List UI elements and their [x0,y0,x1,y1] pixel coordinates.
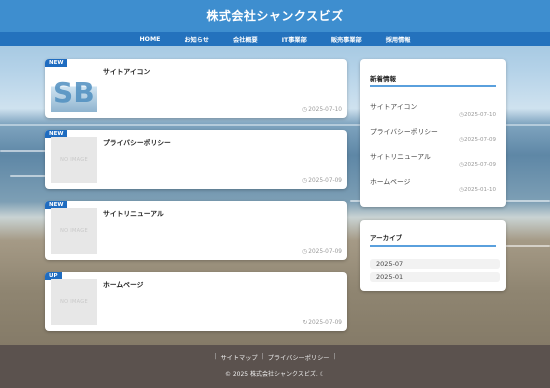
post-date: ◷ 2025-07-09 [302,249,342,255]
footer-links: | サイトマップ | プライバシーポリシー | [0,353,550,362]
footer-link-sitemap[interactable]: サイトマップ [217,353,262,362]
news-item[interactable]: ホームページ ◷2025-01-10 [370,176,496,193]
post-title[interactable]: プライバシーポリシー [103,137,171,147]
copyright-text: © 2025 株式会社シャンクスビズ. ☾ [224,371,326,378]
post-card[interactable]: SB NEW サイトアイコン ◷ 2025-07-10 [45,59,347,118]
news-item-date: ◷2025-01-10 [459,187,496,193]
post-date: ↻ 2025-07-09 [302,320,342,326]
clock-icon: ◷ [302,107,308,113]
news-item[interactable]: プライバシーポリシー ◷2025-07-09 [370,126,496,143]
post-thumbnail: NO IMAGE [51,279,97,325]
widget-title-underline [370,85,496,87]
moon-icon[interactable]: ☾ [320,371,325,378]
nav-item-company[interactable]: 会社概要 [221,35,270,44]
clock-icon: ◷ [302,249,308,255]
news-item[interactable]: サイトリニューアル ◷2025-07-09 [370,151,496,168]
nav-item-sales-division[interactable]: 販売事業部 [319,35,374,44]
site-title[interactable]: 株式会社シャンクスビズ [0,7,550,24]
archive-item[interactable]: 2025-07 [370,259,500,269]
post-thumbnail: NO IMAGE [51,208,97,254]
nav-item-it-division[interactable]: IT事業部 [270,35,319,44]
news-item-title[interactable]: プライバシーポリシー [370,126,496,136]
post-card[interactable]: UP NO IMAGE ホームページ ↻ 2025-07-09 [45,272,347,331]
refresh-icon: ↻ [302,320,308,326]
news-item[interactable]: サイトアイコン ◷2025-07-10 [370,101,496,118]
post-date: ◷ 2025-07-10 [302,107,342,113]
wave-decoration [10,175,50,177]
news-item-date: ◷2025-07-10 [459,112,496,118]
footer-separator: | [333,353,336,360]
site-header: 株式会社シャンクスビズ [0,0,550,32]
news-widget: 新着情報 サイトアイコン ◷2025-07-10 プライバシーポリシー ◷202… [360,59,506,207]
sb-logo-icon: SB [53,76,95,109]
widget-title: アーカイブ [370,234,403,242]
svg-text:SB: SB [53,76,95,109]
news-item-date: ◷2025-07-09 [459,137,496,143]
post-date: ◷ 2025-07-09 [302,178,342,184]
archive-item[interactable]: 2025-01 [370,272,500,282]
archive-widget: アーカイブ 2025-07 2025-01 [360,220,506,291]
post-badge: NEW [45,59,68,67]
nav-item-home[interactable]: HOME [128,36,173,43]
news-item-title[interactable]: サイトアイコン [370,101,496,111]
global-nav: HOME お知らせ 会社概要 IT事業部 販売事業部 採用情報 [0,32,550,46]
widget-title: 新着情報 [370,75,396,83]
widget-title-underline [370,245,496,247]
news-item-date: ◷2025-07-09 [459,162,496,168]
clock-icon: ◷ [302,178,308,184]
site-footer: | サイトマップ | プライバシーポリシー | © 2025 株式会社シャンクス… [0,345,550,388]
post-title[interactable]: サイトリニューアル [103,208,164,218]
footer-link-privacy[interactable]: プライバシーポリシー [264,353,334,362]
nav-item-news[interactable]: お知らせ [172,35,221,44]
nav-item-recruit[interactable]: 採用情報 [374,35,423,44]
news-item-title[interactable]: サイトリニューアル [370,151,496,161]
post-title[interactable]: サイトアイコン [103,66,150,76]
post-title[interactable]: ホームページ [103,279,143,289]
news-item-title[interactable]: ホームページ [370,176,496,186]
post-thumbnail: SB [51,66,97,112]
post-card[interactable]: NEW NO IMAGE サイトリニューアル ◷ 2025-07-09 [45,201,347,260]
post-card[interactable]: NEW NO IMAGE プライバシーポリシー ◷ 2025-07-09 [45,130,347,189]
post-thumbnail: NO IMAGE [51,137,97,183]
